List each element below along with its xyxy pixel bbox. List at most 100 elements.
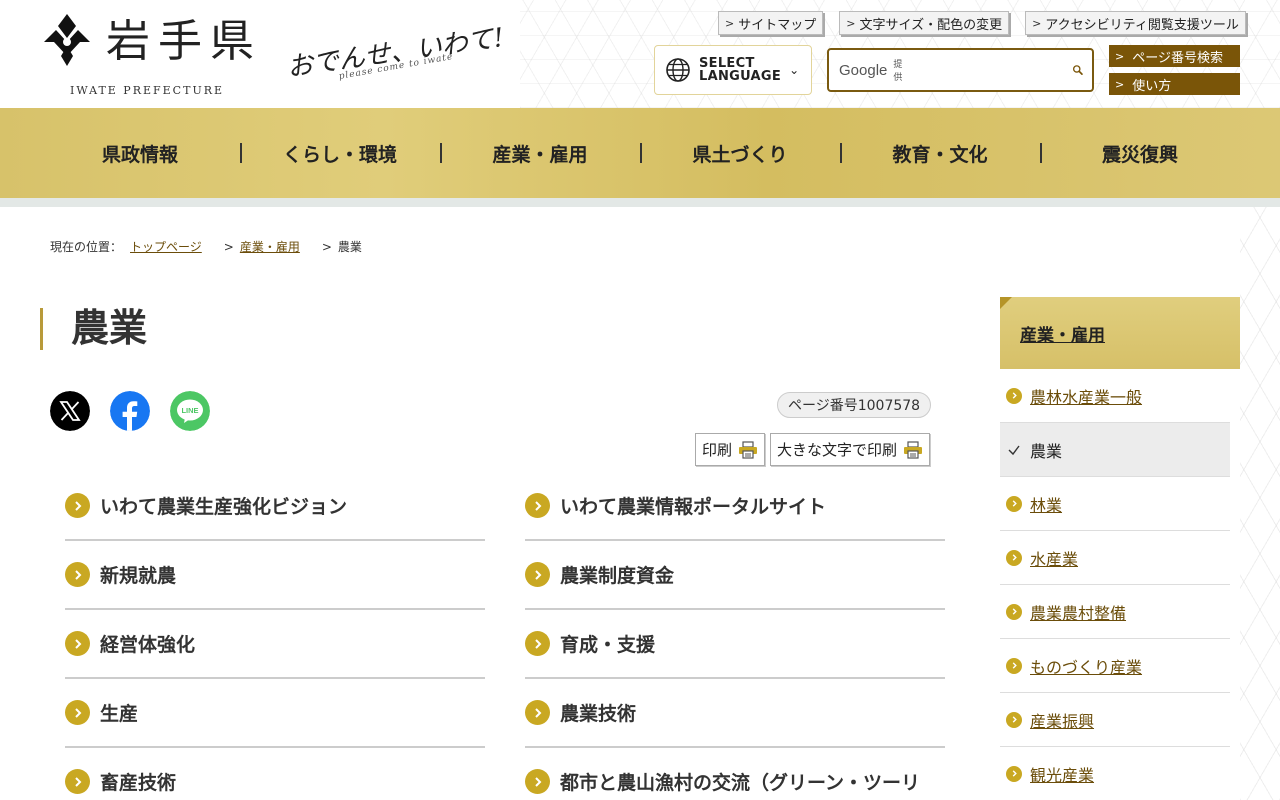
- google-brand-sub: 提供: [893, 60, 903, 83]
- facebook-logo-icon[interactable]: [110, 391, 150, 431]
- link-row: 経営体強化 育成・支援: [65, 610, 945, 679]
- printer-icon: [739, 440, 758, 459]
- page-number-badge: ページ番号1007578: [777, 392, 932, 418]
- link-agri-vision[interactable]: いわて農業生産強化ビジョン: [65, 472, 485, 541]
- search-input-area[interactable]: Google 提供: [839, 57, 1073, 83]
- side-nav-list: 農林水産業一般 農業 林業 水産業 農業農村整備 ものづくり産業 産業振興 観光…: [1000, 369, 1230, 800]
- chevron-right-icon: [65, 562, 90, 587]
- svg-text:LINE: LINE: [181, 406, 198, 415]
- site-header: 岩手県 IWATE PREFECTURE おでんせ、いわて! please co…: [0, 0, 1280, 108]
- page-number-search-button[interactable]: > ページ番号検索: [1109, 45, 1240, 67]
- page-title: 農業: [40, 308, 147, 350]
- print-label: 印刷: [702, 441, 733, 459]
- category-links: いわて農業生産強化ビジョン いわて農業情報ポータルサイト 新規就農 農業制度資金…: [65, 472, 945, 800]
- link-agri-portal[interactable]: いわて農業情報ポータルサイト: [525, 472, 945, 541]
- gnav-item-disaster-recovery[interactable]: 震災復興: [1040, 140, 1240, 167]
- side-item-agriculture[interactable]: 農業: [1000, 423, 1230, 477]
- logo-title: 岩手県: [106, 16, 262, 67]
- side-nav-heading: 産業・雇用: [1000, 297, 1240, 369]
- side-item-forestry[interactable]: 林業: [1000, 477, 1230, 531]
- utility-links: > サイトマップ > 文字サイズ・配色の変更 > アクセシビリティ閲覧支援ツール: [718, 11, 1246, 35]
- chevron-right-icon: [525, 769, 550, 794]
- link-agri-funds[interactable]: 農業制度資金: [525, 541, 945, 610]
- chevron-right-icon: >: [1115, 77, 1125, 91]
- gnav-item-living-environment[interactable]: くらし・環境: [240, 140, 440, 167]
- link-livestock-tech[interactable]: 畜産技術: [65, 748, 485, 800]
- tagline-main: おでんせ、いわて!: [285, 22, 506, 84]
- chevron-right-icon: [1006, 603, 1022, 620]
- side-pattern: [1240, 207, 1280, 800]
- side-item-tourism[interactable]: 観光産業: [1000, 747, 1230, 800]
- text-size-color-link[interactable]: > 文字サイズ・配色の変更: [839, 11, 1010, 35]
- breadcrumb-separator: >: [223, 239, 234, 254]
- sns-share: LINE: [50, 391, 210, 431]
- side-item-fishery[interactable]: 水産業: [1000, 531, 1230, 585]
- chevron-right-icon: [65, 700, 90, 725]
- side-item-rural-development[interactable]: 農業農村整備: [1000, 585, 1230, 639]
- chevron-right-icon: [1006, 711, 1022, 728]
- breadcrumb-separator: >: [321, 239, 332, 254]
- chevron-right-icon: [65, 493, 90, 518]
- check-icon: [1008, 445, 1020, 455]
- google-brand: Google: [839, 61, 888, 79]
- breadcrumb-industry-link[interactable]: 産業・雇用: [240, 238, 300, 255]
- chevron-right-icon: [1006, 765, 1022, 782]
- side-item-industry-promotion[interactable]: 産業振興: [1000, 693, 1230, 747]
- chevron-right-icon: [65, 631, 90, 656]
- link-support[interactable]: 育成・支援: [525, 610, 945, 679]
- line-logo-icon[interactable]: LINE: [170, 391, 210, 431]
- link-green-tourism[interactable]: 都市と農山漁村の交流（グリーン・ツーリ: [525, 748, 945, 800]
- print-button[interactable]: 印刷: [695, 433, 766, 466]
- chevron-right-icon: >: [725, 16, 735, 30]
- link-row: 畜産技術 都市と農山漁村の交流（グリーン・ツーリ: [65, 748, 945, 800]
- util-link-label: 文字サイズ・配色の変更: [859, 17, 1003, 33]
- link-new-farming[interactable]: 新規就農: [65, 541, 485, 610]
- chevron-right-icon: >: [1115, 49, 1125, 63]
- site-logo[interactable]: 岩手県 IWATE PREFECTURE: [40, 12, 270, 102]
- page-tools: > ページ番号検索 > 使い方: [1109, 45, 1240, 95]
- sitemap-link[interactable]: > サイトマップ: [718, 11, 824, 35]
- chevron-right-icon: [1006, 387, 1022, 404]
- search-icon[interactable]: [1072, 56, 1084, 84]
- print-large-label: 大きな文字で印刷: [777, 441, 898, 459]
- side-item-agri-forestry-fishery[interactable]: 農林水産業一般: [1000, 369, 1230, 423]
- chevron-right-icon: [65, 769, 90, 794]
- print-large-text-button[interactable]: 大きな文字で印刷: [770, 433, 931, 466]
- chevron-right-icon: [525, 493, 550, 518]
- search-input[interactable]: [902, 62, 1073, 78]
- chevron-right-icon: [525, 700, 550, 725]
- link-row: いわて農業生産強化ビジョン いわて農業情報ポータルサイト: [65, 472, 945, 541]
- chevron-right-icon: >: [1032, 16, 1042, 30]
- gnav-item-infrastructure[interactable]: 県土づくり: [640, 140, 840, 167]
- link-row: 新規就農 農業制度資金: [65, 541, 945, 610]
- iwate-emblem-icon: [44, 14, 90, 66]
- link-management[interactable]: 経営体強化: [65, 610, 485, 679]
- tagline: おでんせ、いわて! please come to iwate: [285, 10, 526, 90]
- language-label: SELECT LANGUAGE: [699, 56, 782, 84]
- breadcrumb-current: 農業: [337, 240, 362, 254]
- side-item-manufacturing[interactable]: ものづくり産業: [1000, 639, 1230, 693]
- globe-icon: [666, 58, 690, 82]
- site-search: Google 提供: [827, 48, 1094, 92]
- chevron-right-icon: [1006, 657, 1022, 674]
- gnav-item-industry-employment[interactable]: 産業・雇用: [440, 140, 640, 167]
- how-to-use-button[interactable]: > 使い方: [1109, 73, 1240, 95]
- breadcrumb: 現在の位置： トップページ > 産業・雇用 > 農業: [50, 238, 362, 255]
- gnav-item-education-culture[interactable]: 教育・文化: [840, 140, 1040, 167]
- printer-icon: [904, 440, 923, 459]
- side-nav-heading-link[interactable]: 産業・雇用: [1020, 321, 1105, 346]
- select-language-button[interactable]: SELECT LANGUAGE ⌄: [654, 45, 812, 95]
- chevron-down-icon: ⌄: [789, 63, 800, 77]
- gnav-item-prefectural-government[interactable]: 県政情報: [40, 140, 240, 167]
- breadcrumb-label: 現在の位置：: [50, 240, 123, 254]
- util-link-label: アクセシビリティ閲覧支援ツール: [1045, 17, 1239, 33]
- accessibility-tool-link[interactable]: > アクセシビリティ閲覧支援ツール: [1025, 11, 1246, 35]
- nav-divider: [0, 198, 1280, 207]
- side-nav: 産業・雇用 農林水産業一般 農業 林業 水産業 農業農村整備 ものづくり産業 産…: [1000, 297, 1240, 800]
- logo-subtitle: IWATE PREFECTURE: [70, 84, 225, 97]
- link-production[interactable]: 生産: [65, 679, 485, 748]
- util-link-label: サイトマップ: [738, 17, 817, 33]
- link-agri-tech[interactable]: 農業技術: [525, 679, 945, 748]
- x-logo-icon[interactable]: [50, 391, 90, 431]
- breadcrumb-top-link[interactable]: トップページ: [130, 238, 202, 255]
